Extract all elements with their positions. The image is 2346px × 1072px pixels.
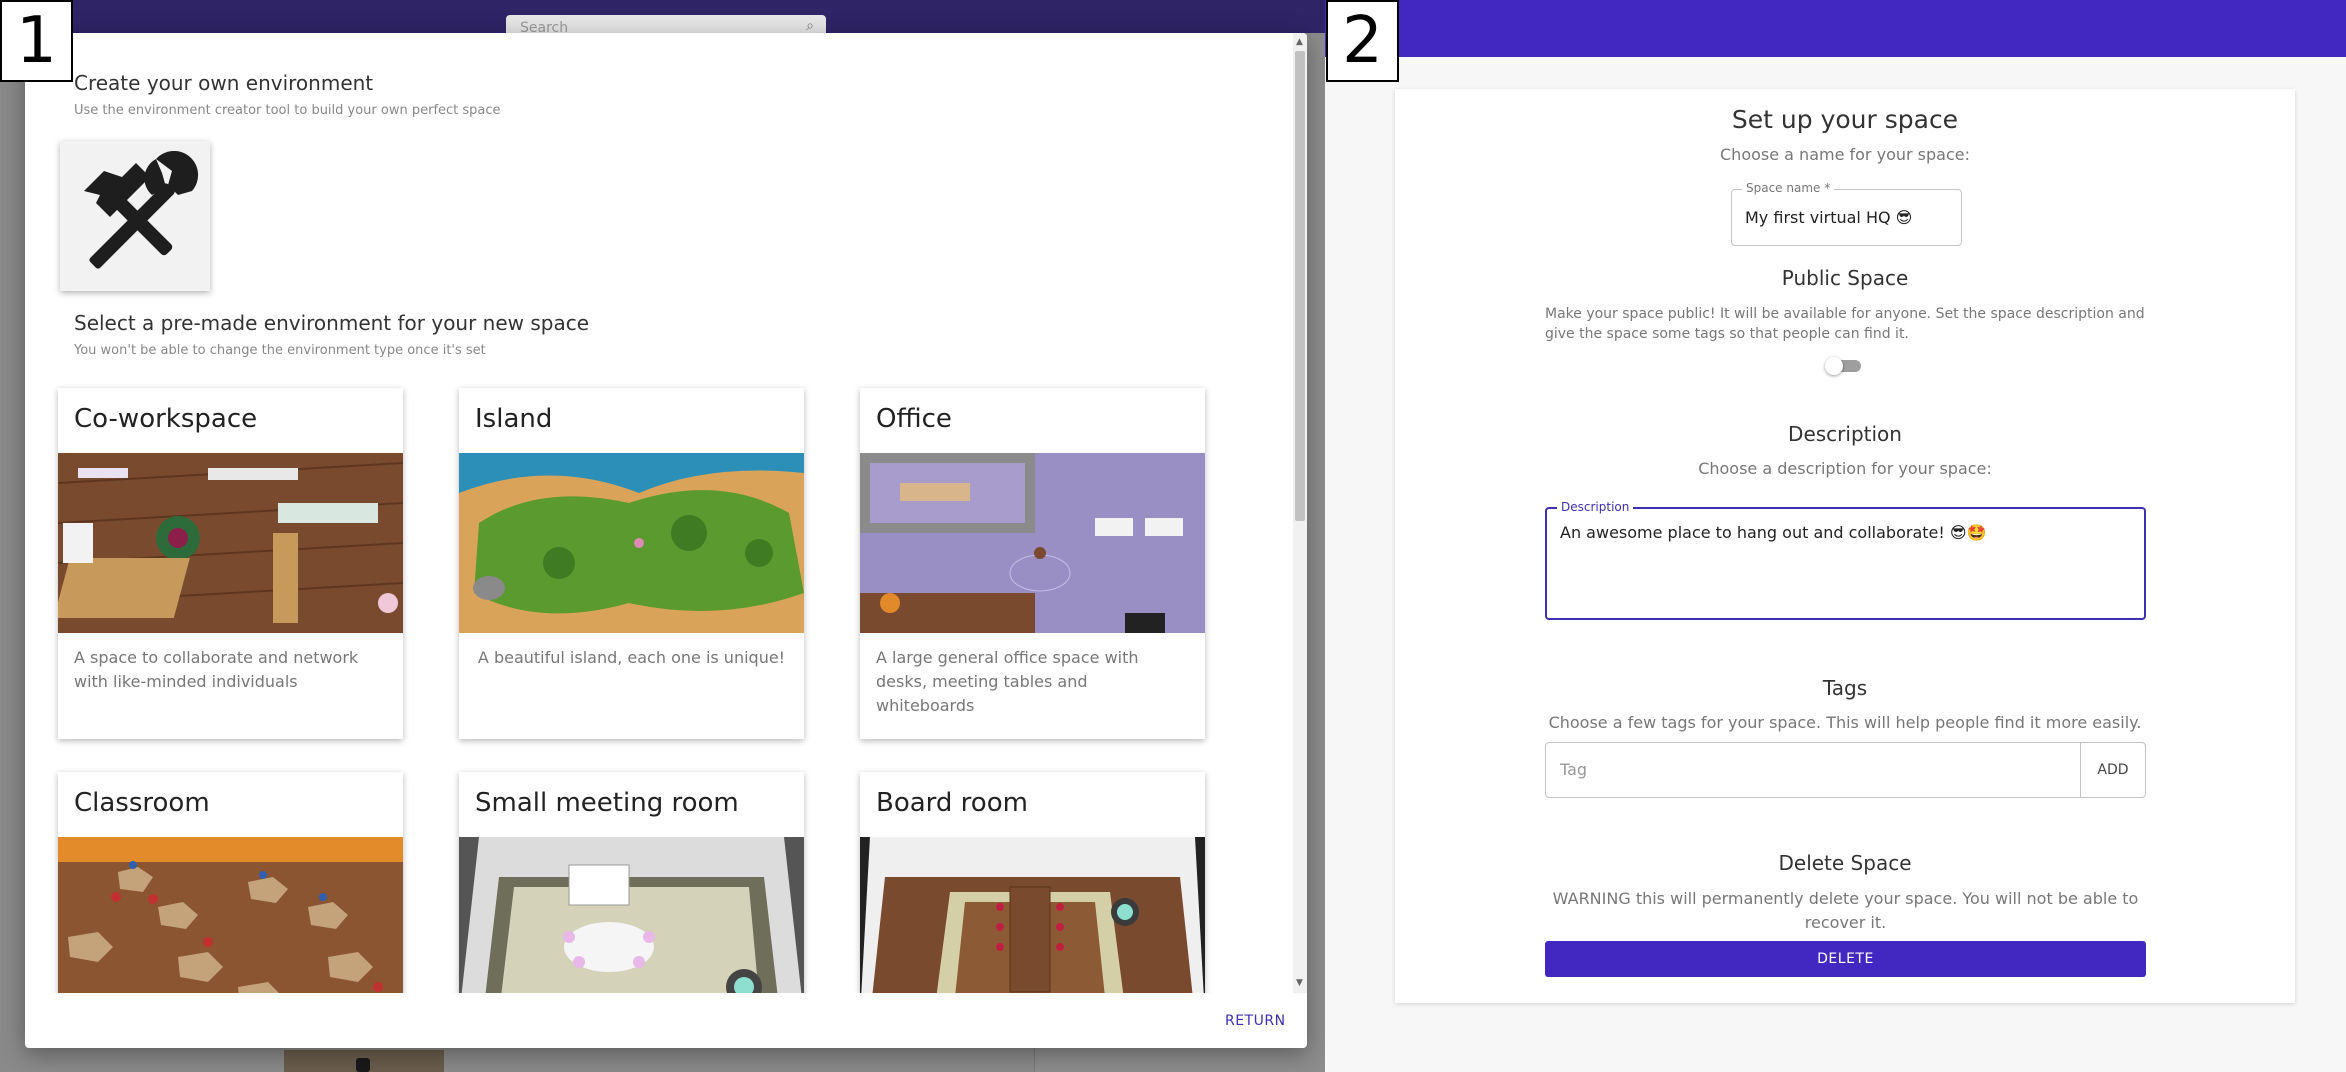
dialog-content: Create your own environment Use the envi… <box>25 33 1290 993</box>
setup-title: Set up your space <box>1731 105 1959 134</box>
scroll-down-icon[interactable]: ▼ <box>1296 978 1303 988</box>
panel-number-2: 2 <box>1326 0 1399 82</box>
return-button[interactable]: RETURN <box>1225 1013 1286 1029</box>
tag-placeholder: Tag <box>1560 760 1588 779</box>
description-title: Description <box>1788 422 1902 446</box>
environment-dialog: Create your own environment Use the envi… <box>25 33 1307 1048</box>
env-card-title: Co-workspace <box>74 404 258 434</box>
delete-space-button[interactable]: DELETE <box>1545 941 2146 977</box>
env-card-description: A large general office space with desks,… <box>876 648 1139 715</box>
add-tag-button[interactable]: ADD <box>2080 743 2145 797</box>
description-field-label: Description <box>1557 500 1634 514</box>
space-name-field[interactable]: Space name * My first virtual HQ 😎 <box>1731 181 1962 246</box>
toggle-knob <box>1825 357 1843 375</box>
space-name-value: My first virtual HQ 😎 <box>1745 208 1913 227</box>
env-card-title: Small meeting room <box>475 788 739 818</box>
description-subtitle: Choose a description for your space: <box>1698 459 1992 478</box>
public-space-title: Public Space <box>1781 266 1909 290</box>
search-icon: ⌕ <box>806 18 814 34</box>
env-preview-image <box>459 837 804 993</box>
premade-env-subtitle: You won't be able to change the environm… <box>74 343 486 358</box>
env-card-title: Board room <box>876 788 1028 818</box>
env-preview-image <box>860 453 1205 633</box>
env-card-classroom[interactable]: Classroom <box>58 772 403 993</box>
env-card-description: A beautiful island, each one is unique! <box>477 648 786 667</box>
environment-creator-card[interactable] <box>60 141 210 291</box>
space-settings-card: Set up your space Choose a name for your… <box>1395 89 2295 1003</box>
env-card-small-meeting-room[interactable]: Small meeting room <box>459 772 804 993</box>
env-card-island[interactable]: Island A beautiful island, each one is u… <box>459 388 804 739</box>
background-thumbnail <box>284 1050 444 1072</box>
premade-env-title: Select a pre-made environment for your n… <box>74 311 590 335</box>
delete-space-title: Delete Space <box>1778 851 1912 875</box>
custom-env-title: Create your own environment <box>74 71 374 95</box>
tools-icon <box>84 151 199 269</box>
dialog-scrollbar[interactable]: ▲ ▼ <box>1293 33 1307 993</box>
env-preview-image <box>58 837 403 993</box>
tag-input[interactable]: Tag ADD <box>1545 742 2146 798</box>
delete-warning: WARNING this will permanently delete you… <box>1552 889 2139 932</box>
space-name-label: Space name * <box>1742 181 1835 195</box>
env-card-title: Island <box>475 404 553 434</box>
space-settings-panel: 2 Set up your space Choose a name for yo… <box>1325 0 2346 1072</box>
env-card-title: Classroom <box>74 788 210 818</box>
public-space-text: Make your space public! It will be avail… <box>1545 306 2145 342</box>
scroll-up-icon[interactable]: ▲ <box>1296 37 1303 47</box>
env-preview-image <box>459 453 804 633</box>
env-preview-image <box>58 453 403 633</box>
panel-number-1: 1 <box>0 0 73 82</box>
env-preview-image <box>860 837 1205 993</box>
custom-env-subtitle: Use the environment creator tool to buil… <box>74 103 501 118</box>
environment-selection-panel: Search ⌕ Create your own environment Use… <box>0 0 1325 1072</box>
setup-subtitle: Choose a name for your space: <box>1720 145 1970 164</box>
app-bar <box>1325 0 2346 57</box>
env-card-title: Office <box>876 404 952 434</box>
tags-title: Tags <box>1822 676 1868 700</box>
env-card-office[interactable]: Office A large general office space with… <box>860 388 1205 739</box>
env-card-board-room[interactable]: Board room <box>860 772 1205 993</box>
tags-subtitle: Choose a few tags for your space. This w… <box>1548 713 2142 732</box>
public-space-toggle[interactable] <box>1825 357 1863 375</box>
env-card-coworkspace[interactable]: Co-workspace A space to collaborate and … <box>58 388 403 739</box>
description-field[interactable]: Description An awesome place to hang out… <box>1545 500 2146 620</box>
env-card-description: A space to collaborate and network with … <box>74 648 359 691</box>
description-value: An awesome place to hang out and collabo… <box>1560 523 1987 542</box>
scrollbar-thumb[interactable] <box>1295 51 1305 521</box>
